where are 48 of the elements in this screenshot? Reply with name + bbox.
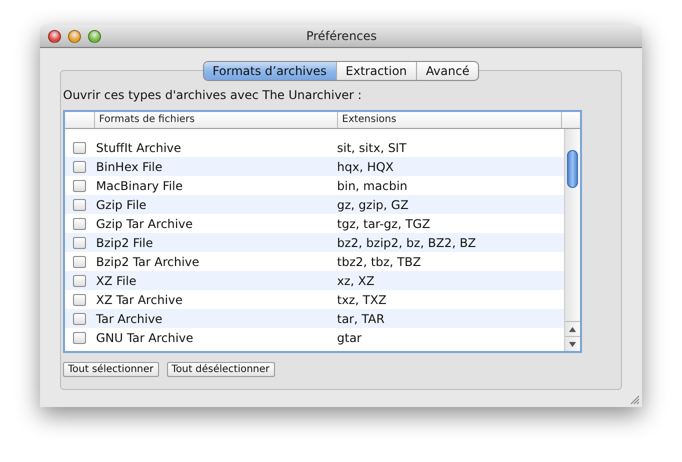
column-header[interactable]: Extensions <box>337 112 561 128</box>
table-cell-text: gz, gzip, GZ <box>336 198 409 212</box>
table-cell-text: Gzip Tar Archive <box>95 216 194 230</box>
checkbox[interactable] <box>72 198 86 210</box>
table-cell-text: XZ Tar Archive <box>95 292 184 306</box>
table-cell-text: tbz2, tbz, TBZ <box>336 254 421 268</box>
table-cell-text: Bzip2 File <box>95 236 154 250</box>
table-cell-text: xz, XZ <box>336 274 374 288</box>
resize-grip-icon[interactable] <box>630 395 640 405</box>
table-cell-text: bin, macbin <box>336 178 408 192</box>
table-cell-text: StuffIt Archive <box>95 140 182 154</box>
tab[interactable]: Avancé <box>416 62 478 80</box>
window-control-icon[interactable] <box>68 30 81 42</box>
checkbox[interactable] <box>72 332 86 344</box>
window-control-icon[interactable] <box>48 30 61 42</box>
table-cell-text: bz2, bzip2, bz, BZ2, BZ <box>336 236 476 250</box>
table-cell-text: txz, TXZ <box>336 292 387 306</box>
table-cell-text: BinHex File <box>95 160 164 174</box>
table-cell-text: Gzip File <box>95 198 148 212</box>
table-cell-text: sit, sitx, SIT <box>336 140 406 154</box>
checkbox[interactable] <box>72 274 86 286</box>
table-cell-text: Bzip2 Tar Archive <box>95 254 200 268</box>
table-cell-text: tgz, tar-gz, TGZ <box>336 216 430 230</box>
window-title: Préférences <box>305 29 378 43</box>
table-cell-text: Tar Archive <box>95 312 164 326</box>
select-button[interactable]: Tout désélectionner <box>166 362 275 377</box>
checkbox[interactable] <box>72 218 86 230</box>
checkbox[interactable] <box>72 180 86 192</box>
checkbox[interactable] <box>72 160 86 172</box>
checkbox[interactable] <box>72 294 86 306</box>
tab[interactable]: Extraction <box>336 62 416 80</box>
checkbox[interactable] <box>72 312 86 324</box>
table-cell-text: tar, TAR <box>336 312 385 326</box>
column-header[interactable]: Formats de fichiers <box>94 112 337 128</box>
table-cell-text: hqx, HQX <box>336 160 394 174</box>
checkbox[interactable] <box>72 236 86 248</box>
scrollbar[interactable] <box>564 129 580 351</box>
table-cell-text: XZ File <box>95 274 138 288</box>
select-button[interactable]: Tout sélectionner <box>63 362 159 377</box>
checkbox[interactable] <box>72 142 86 154</box>
table-cell-text: GNU Tar Archive <box>95 330 194 344</box>
prompt-label: Ouvrir ces types d'archives avec The Unarchiver : <box>63 88 362 102</box>
table-cell-text: MacBinary File <box>95 178 184 192</box>
window-control-icon[interactable] <box>88 30 101 42</box>
checkbox[interactable] <box>72 256 86 268</box>
tab[interactable]: Formats d’archives <box>204 62 336 80</box>
table-cell-text: gtar <box>336 330 362 344</box>
scroll-thumb[interactable] <box>567 150 578 188</box>
